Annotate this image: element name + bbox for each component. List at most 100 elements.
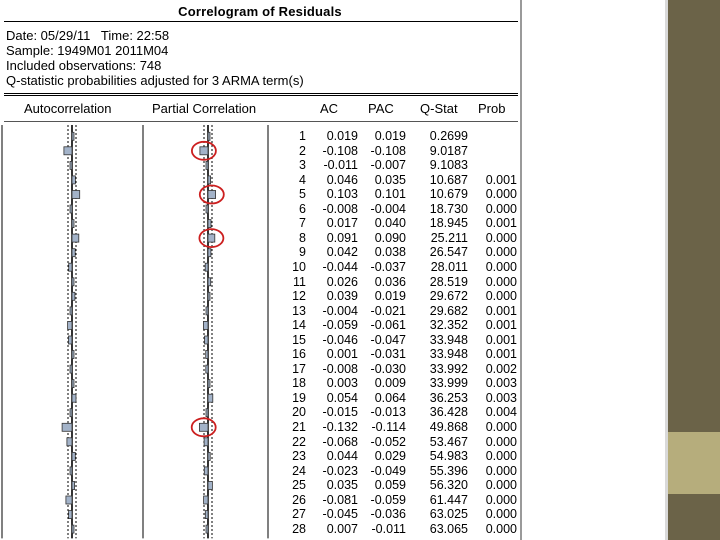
qstat-cell: 56.320: [429, 478, 468, 493]
lag-cell: 17: [292, 361, 306, 376]
ac-cell: -0.045: [322, 507, 358, 522]
lag-cell: 11: [293, 274, 306, 289]
table-row: 27 -0.045 -0.036 63.025 0.000: [0, 507, 520, 522]
table-row: 13 -0.004 -0.021 29.682 0.001: [0, 304, 520, 319]
prob-cell: 0.000: [485, 274, 517, 289]
info-sample: Sample: 1949M01 2011M04: [6, 43, 169, 58]
table-row: 6 -0.008 -0.004 18.730 0.000: [0, 202, 520, 217]
table-row: 16 0.001 -0.031 33.948 0.001: [0, 347, 520, 362]
qstat-cell: 32.352: [429, 318, 468, 333]
pac-cell: 0.040: [374, 216, 406, 231]
pac-cell: -0.011: [371, 521, 406, 536]
pac-cell: 0.019: [374, 129, 406, 143]
pac-cell: -0.021: [370, 303, 406, 318]
prob-cell: 0.000: [485, 289, 517, 304]
table-row: 23 0.044 0.029 54.983 0.000: [0, 449, 520, 464]
ac-cell: -0.108: [322, 143, 358, 158]
prob-cell: 0.001: [485, 216, 517, 231]
ac-cell: -0.023: [322, 463, 358, 478]
prob-cell: 0.001: [485, 347, 517, 362]
qstat-cell: 9.1083: [429, 158, 468, 173]
lag-cell: 21: [292, 420, 306, 434]
qstat-cell: 53.467: [429, 434, 468, 449]
prob-cell: 0.001: [485, 318, 517, 333]
pac-cell: -0.030: [370, 361, 406, 376]
table-row: 2 -0.108 -0.108 9.0187: [0, 144, 520, 159]
qstat-cell: 61.447: [429, 492, 468, 507]
pac-cell: 0.064: [374, 390, 406, 405]
prob-cell: 0.000: [485, 434, 517, 449]
prob-cell: 0.000: [485, 187, 517, 202]
qstat-cell: 9.0187: [429, 143, 468, 158]
table-row: 10 -0.044 -0.037 28.011 0.000: [0, 260, 520, 275]
lag-cell: 15: [292, 332, 306, 347]
qstat-cell: 18.945: [429, 216, 468, 231]
ac-cell: 0.042: [326, 245, 358, 260]
pac-cell: -0.108: [370, 143, 406, 158]
info-obs: Included observations: 748: [6, 58, 162, 73]
table-row: 8 0.091 0.090 25.211 0.000: [0, 231, 520, 246]
table-row: 7 0.017 0.040 18.945 0.001: [0, 216, 520, 231]
pac-cell: -0.061: [370, 318, 406, 333]
qstat-cell: 54.983: [429, 449, 468, 464]
ac-cell: 0.019: [326, 129, 358, 143]
col-header-pac: PAC: [368, 101, 394, 116]
ac-cell: -0.132: [322, 420, 358, 434]
qstat-cell: 29.682: [429, 303, 468, 318]
lag-cell: 8: [299, 230, 306, 245]
lag-cell: 24: [292, 463, 306, 478]
window-right-border: [520, 0, 522, 540]
pac-cell: -0.052: [370, 434, 406, 449]
prob-cell: 0.003: [485, 390, 517, 405]
table-row: 26 -0.081 -0.059 61.447 0.000: [0, 493, 520, 508]
table-row: 14 -0.059 -0.061 32.352 0.001: [0, 318, 520, 333]
ac-cell: 0.007: [326, 521, 358, 536]
qstat-cell: 36.428: [429, 405, 468, 420]
lag-cell: 16: [292, 347, 306, 362]
prob-cell: 0.000: [485, 478, 517, 493]
prob-cell: 0.004: [485, 405, 517, 420]
col-header-qstat: Q-Stat: [420, 101, 458, 116]
qstat-cell: 18.730: [429, 201, 468, 216]
table-row: 20 -0.015 -0.013 36.428 0.004: [0, 405, 520, 420]
lag-cell: 6: [299, 201, 306, 216]
pac-cell: -0.047: [370, 332, 406, 347]
pac-cell: 0.059: [374, 478, 406, 493]
prob-cell: 0.000: [485, 463, 517, 478]
pac-cell: 0.009: [374, 376, 406, 391]
table-row: 28 0.007 -0.011 63.065 0.000: [0, 522, 520, 537]
table-row: 25 0.035 0.059 56.320 0.000: [0, 478, 520, 493]
header-divider-top-2: [4, 95, 518, 96]
lag-cell: 1: [299, 129, 306, 143]
qstat-cell: 25.211: [430, 230, 468, 245]
qstat-cell: 49.868: [429, 420, 468, 434]
table-row: 12 0.039 0.019 29.672 0.000: [0, 289, 520, 304]
lag-cell: 26: [292, 492, 306, 507]
prob-cell: 0.000: [485, 449, 517, 464]
prob-cell: 0.001: [485, 303, 517, 318]
prob-cell: 0.000: [485, 420, 517, 434]
table-row: 1 0.019 0.019 0.2699: [0, 129, 520, 144]
ac-cell: 0.026: [326, 274, 358, 289]
table-row: 17 -0.008 -0.030 33.992 0.002: [0, 362, 520, 377]
table-row: 18 0.003 0.009 33.999 0.003: [0, 376, 520, 391]
prob-cell: 0.000: [485, 521, 517, 536]
qstat-cell: 28.011: [430, 259, 468, 274]
lag-cell: 27: [292, 507, 306, 522]
prob-cell: 0.002: [485, 361, 517, 376]
pac-cell: 0.101: [374, 187, 406, 202]
lag-cell: 18: [292, 376, 306, 391]
slide-side-accent: [668, 432, 720, 494]
pac-cell: -0.049: [370, 463, 406, 478]
lag-cell: 9: [299, 245, 306, 260]
lag-cell: 10: [292, 259, 306, 274]
table-row: 5 0.103 0.101 10.679 0.000: [0, 187, 520, 202]
pac-cell: 0.019: [374, 289, 406, 304]
pac-cell: -0.031: [370, 347, 406, 362]
qstat-cell: 55.396: [429, 463, 468, 478]
table-row: 15 -0.046 -0.047 33.948 0.001: [0, 333, 520, 348]
info-qstat-note: Q-statistic probabilities adjusted for 3…: [6, 73, 304, 88]
ac-cell: -0.015: [322, 405, 358, 420]
prob-cell: 0.000: [485, 259, 517, 274]
correlogram-window: Correlogram of Residuals Date: 05/29/11 …: [0, 0, 522, 540]
